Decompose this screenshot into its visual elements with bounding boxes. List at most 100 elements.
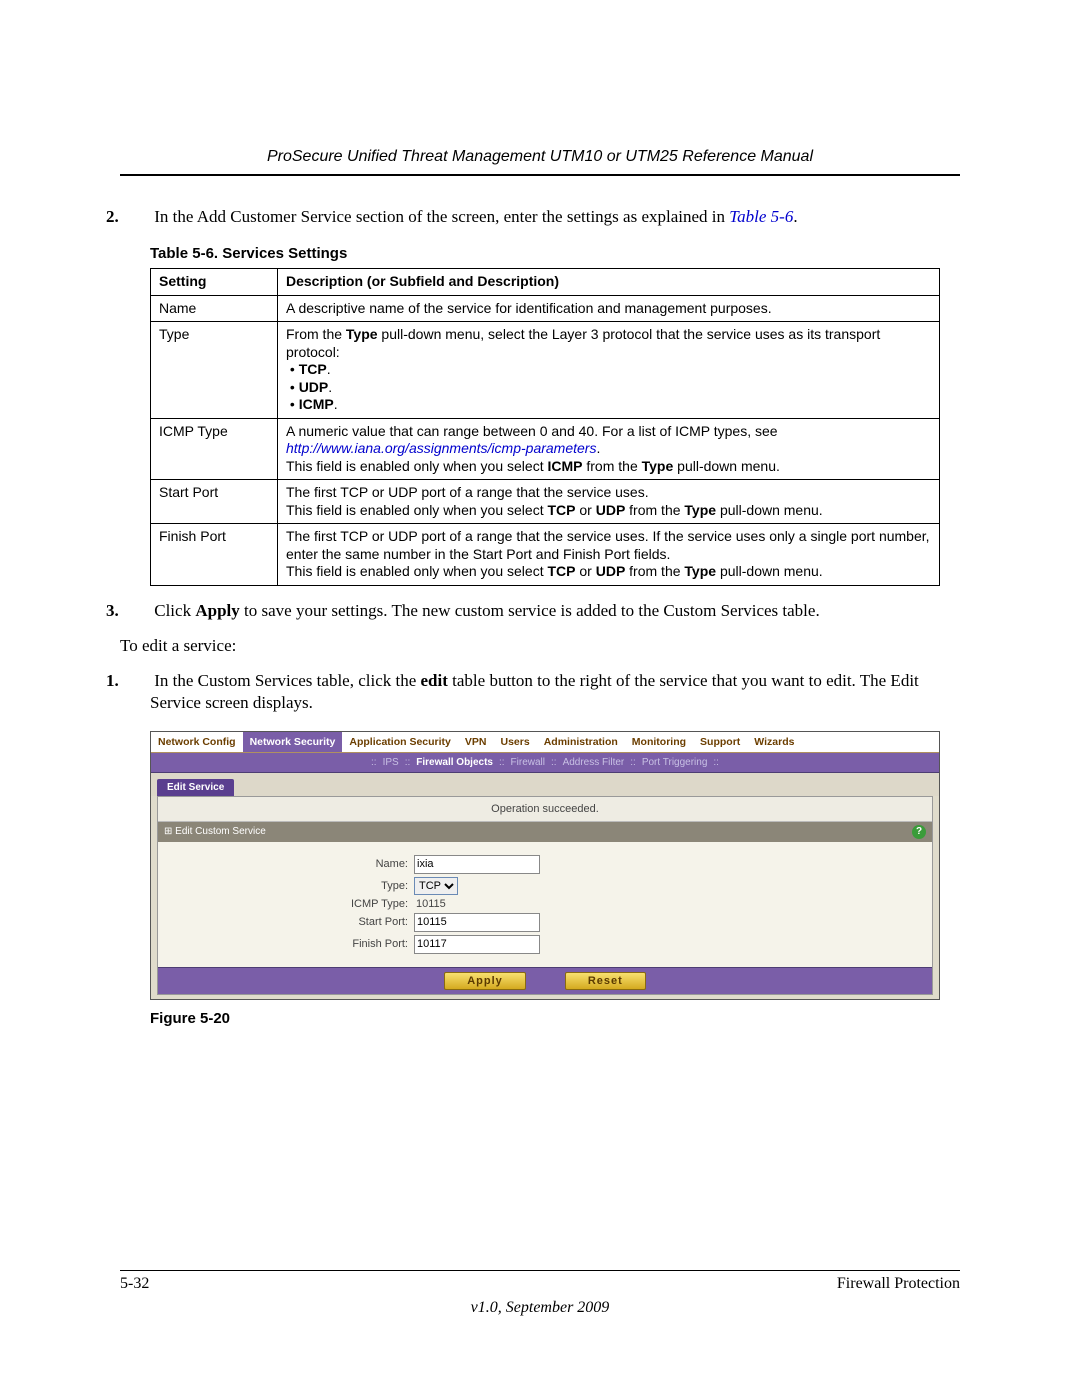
bold: TCP xyxy=(547,502,575,518)
bold: TCP xyxy=(299,361,327,377)
help-icon[interactable]: ? xyxy=(912,825,926,839)
bold: Type xyxy=(684,502,716,518)
page-footer: 5-32 Firewall Protection v1.0, September… xyxy=(120,1270,960,1317)
tab-network-security[interactable]: Network Security xyxy=(243,732,343,752)
label-type: Type: xyxy=(158,880,414,892)
table-row: Finish Port The first TCP or UDP port of… xyxy=(151,524,940,586)
label-name: Name: xyxy=(158,858,414,870)
edit-service-tab[interactable]: Edit Service xyxy=(157,779,234,796)
step-2: 2. In the Add Customer Service section o… xyxy=(150,206,960,227)
bold: UDP xyxy=(596,563,626,579)
cell-setting: Finish Port xyxy=(151,524,278,586)
edit-intro: To edit a service: xyxy=(120,635,960,656)
step-3: 3. Click Apply to save your settings. Th… xyxy=(150,600,960,621)
step-2-text-a: In the Add Customer Service section of t… xyxy=(154,207,729,226)
icmp-type-value: 10115 xyxy=(414,898,446,910)
txt: from the xyxy=(625,563,684,579)
figure-caption: Figure 5-20 xyxy=(150,1010,960,1027)
txt: This field is enabled only when you sele… xyxy=(286,502,547,518)
txt: Click xyxy=(154,601,195,620)
start-port-input[interactable] xyxy=(414,913,540,932)
cell-setting: Name xyxy=(151,295,278,322)
doc-version: v1.0, September 2009 xyxy=(120,1299,960,1317)
txt: pull-down menu. xyxy=(716,502,823,518)
txt: This field is enabled only when you sele… xyxy=(286,563,547,579)
cell-setting: ICMP Type xyxy=(151,418,278,480)
step-2-text-b: . xyxy=(793,207,797,226)
tab-support[interactable]: Support xyxy=(693,732,747,752)
bold: Type xyxy=(684,563,716,579)
txt: to save your settings. The new custom se… xyxy=(240,601,820,620)
tab-network-config[interactable]: Network Config xyxy=(151,732,243,752)
reset-button[interactable]: Reset xyxy=(565,972,646,990)
tab-application-security[interactable]: Application Security xyxy=(342,732,458,752)
subtab-firewall[interactable]: Firewall xyxy=(511,757,545,768)
section-bar: ⊞ Edit Custom Service ? xyxy=(158,822,932,842)
subtab-ips[interactable]: IPS xyxy=(383,757,399,768)
txt: A numeric value that can range between 0… xyxy=(286,423,778,439)
section-title: ⊞ Edit Custom Service xyxy=(164,826,266,837)
type-select[interactable]: TCP xyxy=(414,877,458,895)
bold: TCP xyxy=(547,563,575,579)
table-header-row: Setting Description (or Subfield and Des… xyxy=(151,269,940,296)
subtab-firewall-objects[interactable]: Firewall Objects xyxy=(416,757,493,768)
step-1b-number: 1. xyxy=(128,670,150,691)
name-input[interactable] xyxy=(414,855,540,874)
tab-vpn[interactable]: VPN xyxy=(458,732,494,752)
cell-setting: Start Port xyxy=(151,480,278,524)
bold: Apply xyxy=(195,601,239,620)
subtab-port-triggering[interactable]: Port Triggering xyxy=(642,757,708,768)
tab-monitoring[interactable]: Monitoring xyxy=(625,732,693,752)
step-1b: 1. In the Custom Services table, click t… xyxy=(150,670,960,713)
table-row: Type From the Type pull-down menu, selec… xyxy=(151,322,940,419)
th-setting: Setting xyxy=(151,269,278,296)
edit-service-screenshot: Network Config Network Security Applicat… xyxy=(150,731,940,1000)
form-area: Name: Type: TCP ICMP Type: 10115 Start P… xyxy=(158,842,932,967)
finish-port-input[interactable] xyxy=(414,935,540,954)
cell-desc: The first TCP or UDP port of a range tha… xyxy=(278,480,940,524)
tab-administration[interactable]: Administration xyxy=(537,732,625,752)
operation-succeeded-msg: Operation succeeded. xyxy=(158,797,932,822)
cell-desc: The first TCP or UDP port of a range tha… xyxy=(278,524,940,586)
iana-link[interactable]: http://www.iana.org/assignments/icmp-par… xyxy=(286,440,596,456)
cell-desc: A numeric value that can range between 0… xyxy=(278,418,940,480)
txt: pull-down menu. xyxy=(716,563,823,579)
txt: or xyxy=(575,502,595,518)
table-row: Start Port The first TCP or UDP port of … xyxy=(151,480,940,524)
apply-button[interactable]: Apply xyxy=(444,972,526,990)
txt: pull-down menu. xyxy=(673,458,780,474)
txt: The first TCP or UDP port of a range tha… xyxy=(286,484,649,500)
button-row: Apply Reset xyxy=(158,967,932,994)
step-2-number: 2. xyxy=(128,206,150,227)
txt: In the Custom Services table, click the xyxy=(154,671,420,690)
table-row: Name A descriptive name of the service f… xyxy=(151,295,940,322)
tab-users[interactable]: Users xyxy=(494,732,537,752)
label-icmp-type: ICMP Type: xyxy=(158,898,414,910)
page-number: 5-32 xyxy=(120,1275,149,1293)
table-row: ICMP Type A numeric value that can range… xyxy=(151,418,940,480)
cell-setting: Type xyxy=(151,322,278,419)
cell-desc: From the Type pull-down menu, select the… xyxy=(278,322,940,419)
label-start-port: Start Port: xyxy=(158,916,414,928)
running-header: ProSecure Unified Threat Management UTM1… xyxy=(120,148,960,176)
subtab-address-filter[interactable]: Address Filter xyxy=(563,757,625,768)
bold: Type xyxy=(346,326,378,342)
txt: from the xyxy=(582,458,641,474)
label-finish-port: Finish Port: xyxy=(158,938,414,950)
bold: UDP xyxy=(596,502,626,518)
table-ref-link[interactable]: Table 5-6 xyxy=(729,207,793,226)
sub-tabs: :: IPS:: Firewall Objects:: Firewall:: A… xyxy=(151,753,939,773)
table-caption: Table 5-6. Services Settings xyxy=(150,245,960,262)
txt: or xyxy=(575,563,595,579)
section-name: Firewall Protection xyxy=(837,1275,960,1293)
tab-wizards[interactable]: Wizards xyxy=(747,732,801,752)
services-settings-table: Setting Description (or Subfield and Des… xyxy=(150,268,940,586)
cell-desc: A descriptive name of the service for id… xyxy=(278,295,940,322)
step-3-number: 3. xyxy=(128,600,150,621)
txt: This field is enabled only when you sele… xyxy=(286,458,547,474)
top-tabs: Network Config Network Security Applicat… xyxy=(151,732,939,753)
txt: . xyxy=(596,440,600,456)
txt: From the xyxy=(286,326,346,342)
edit-service-panel: Operation succeeded. ⊞ Edit Custom Servi… xyxy=(157,796,933,995)
th-description: Description (or Subfield and Description… xyxy=(278,269,940,296)
